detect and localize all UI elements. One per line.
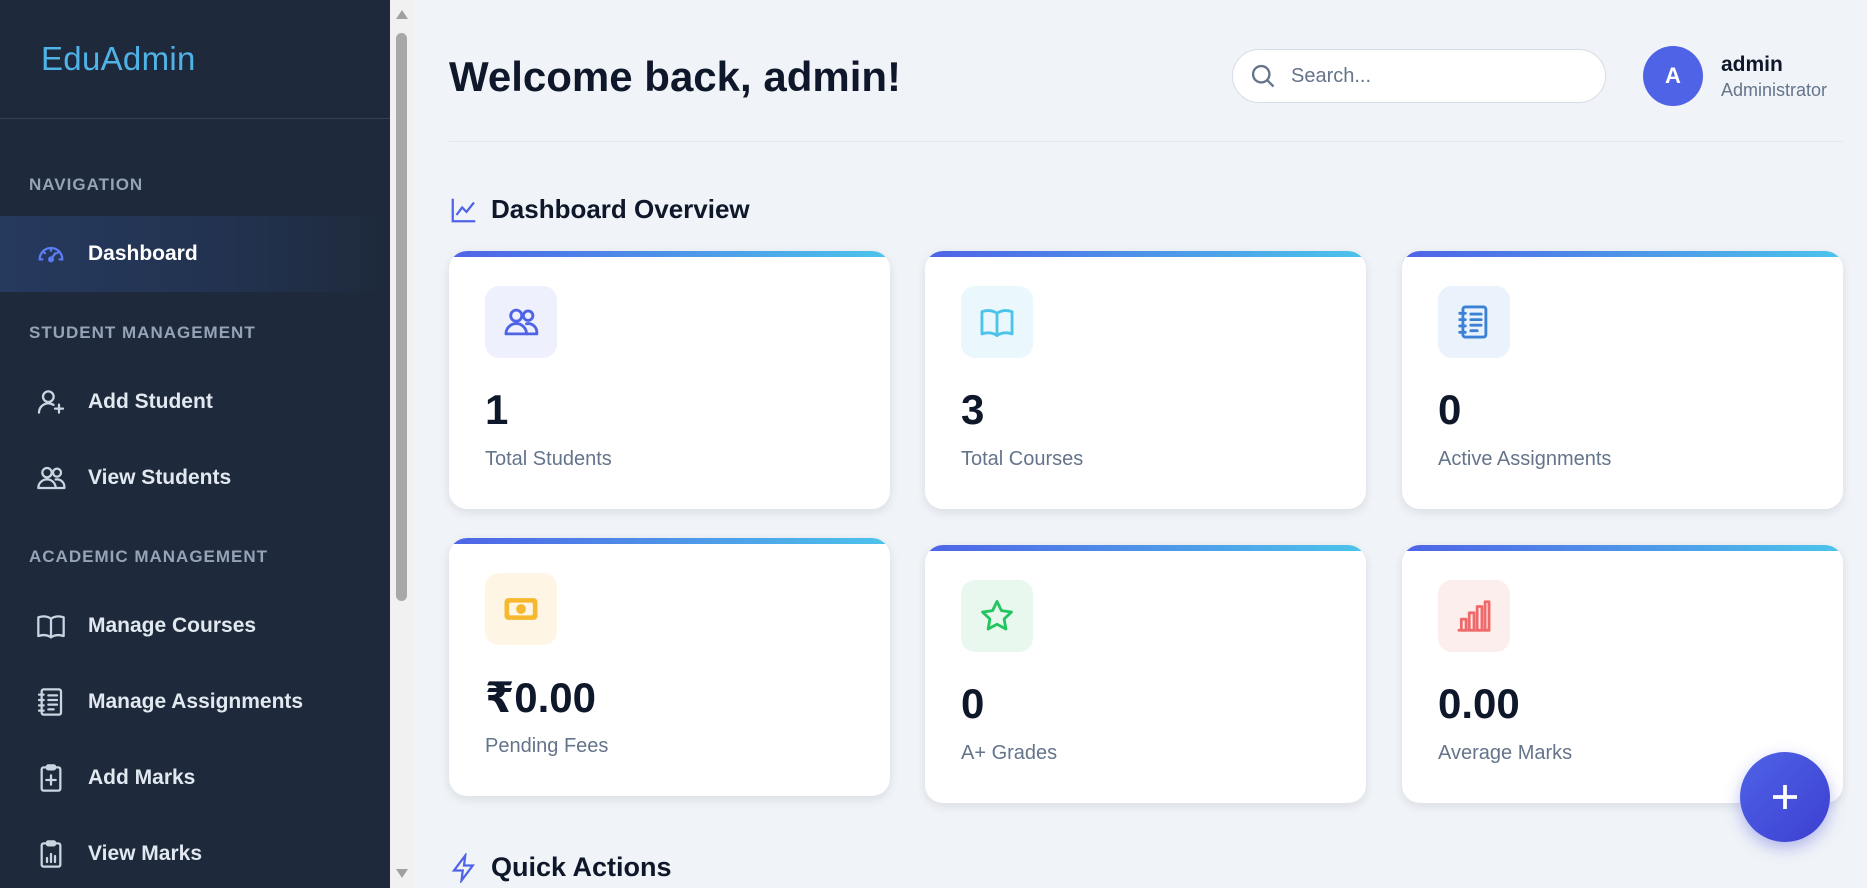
stat-label: Average Marks bbox=[1438, 742, 1573, 764]
plus-icon bbox=[1773, 785, 1797, 809]
stat-value: 0 bbox=[1438, 386, 1462, 433]
notebook-icon bbox=[1438, 286, 1510, 358]
sidebar-item-label: View Marks bbox=[88, 842, 203, 865]
stat-label: Pending Fees bbox=[485, 735, 609, 757]
user-plus-icon bbox=[33, 385, 68, 420]
stat-label: Active Assignments bbox=[1438, 448, 1612, 470]
star-icon bbox=[961, 580, 1033, 652]
line-chart-icon bbox=[451, 198, 476, 222]
stat-label: A+ Grades bbox=[961, 742, 1058, 764]
stat-value: 0 bbox=[961, 680, 985, 727]
scroll-up-arrow-icon[interactable] bbox=[396, 10, 408, 19]
sidebar-item-view-marks[interactable]: View Marks bbox=[0, 816, 390, 888]
sidebar-item-view-students[interactable]: View Students bbox=[0, 440, 390, 516]
section-label-student-management: STUDENT MANAGEMENT bbox=[29, 323, 256, 342]
header-divider bbox=[449, 141, 1843, 142]
section-label-navigation: NAVIGATION bbox=[29, 175, 144, 194]
sidebar-item-label: Add Marks bbox=[88, 766, 196, 789]
sidebar: EduAdmin NAVIGATION Dashboard STUDENT MA… bbox=[0, 0, 390, 888]
users-icon bbox=[33, 461, 68, 496]
sidebar-item-label: Dashboard bbox=[88, 242, 198, 265]
sidebar-item-label: Manage Assignments bbox=[88, 690, 304, 713]
stat-label: Total Students bbox=[485, 448, 612, 470]
stat-value: 0.00 bbox=[1438, 680, 1520, 727]
sidebar-item-add-marks[interactable]: Add Marks bbox=[0, 740, 390, 816]
stat-value: ₹0.00 bbox=[485, 674, 596, 721]
clipboard-chart-icon bbox=[33, 837, 68, 872]
users-icon bbox=[485, 286, 557, 358]
sidebar-item-label: Manage Courses bbox=[88, 614, 257, 637]
sidebar-item-label: View Students bbox=[88, 466, 232, 489]
stat-card-total-students[interactable]: 1 Total Students bbox=[449, 251, 890, 509]
sidebar-item-dashboard[interactable]: Dashboard bbox=[0, 216, 390, 292]
sidebar-item-manage-courses[interactable]: Manage Courses bbox=[0, 588, 390, 664]
brand[interactable]: EduAdmin bbox=[0, 0, 390, 119]
clipboard-plus-icon bbox=[33, 761, 68, 796]
user-role: Administrator bbox=[1721, 80, 1828, 100]
user-name[interactable]: admin bbox=[1721, 53, 1783, 77]
page-title: Welcome back, admin! bbox=[449, 53, 902, 100]
sidebar-item-manage-assignments[interactable]: Manage Assignments bbox=[0, 664, 390, 740]
stat-value: 3 bbox=[961, 386, 985, 433]
speedometer-icon bbox=[33, 237, 68, 272]
brand-name[interactable]: EduAdmin bbox=[41, 40, 196, 78]
page-scrollbar[interactable] bbox=[390, 0, 413, 888]
avatar[interactable]: A bbox=[1643, 46, 1703, 106]
notebook-icon bbox=[33, 685, 68, 720]
book-icon bbox=[33, 609, 68, 644]
stat-card-total-courses[interactable]: 3 Total Courses bbox=[925, 251, 1366, 509]
search-input[interactable] bbox=[1291, 64, 1571, 88]
quick-actions-title-text: Quick Actions bbox=[491, 852, 672, 882]
stat-value: 1 bbox=[485, 386, 509, 433]
cash-icon bbox=[485, 573, 557, 645]
main-content: Welcome back, admin! A admin Administrat… bbox=[449, 0, 1843, 888]
stat-card-active-assignments[interactable]: 0 Active Assignments bbox=[1402, 251, 1843, 509]
scroll-down-arrow-icon[interactable] bbox=[396, 869, 408, 878]
section-title-quick-actions: Quick Actions bbox=[449, 852, 672, 883]
section-title-overview: Dashboard Overview bbox=[449, 194, 750, 225]
stat-label: Total Courses bbox=[961, 448, 1084, 470]
book-icon bbox=[961, 286, 1033, 358]
lightning-icon bbox=[451, 852, 475, 883]
stat-card-pending-fees[interactable]: ₹0.00 Pending Fees bbox=[449, 538, 890, 796]
overview-title-text: Dashboard Overview bbox=[491, 194, 750, 224]
section-label-academic-management: ACADEMIC MANAGEMENT bbox=[29, 547, 269, 566]
sidebar-item-add-student[interactable]: Add Student bbox=[0, 364, 390, 440]
search-box[interactable] bbox=[1232, 49, 1606, 103]
search-icon bbox=[1251, 64, 1275, 88]
scrollbar-thumb[interactable] bbox=[396, 33, 407, 601]
sidebar-item-label: Add Student bbox=[88, 390, 213, 413]
stat-card-a-plus-grades[interactable]: 0 A+ Grades bbox=[925, 545, 1366, 803]
add-fab-button[interactable] bbox=[1740, 752, 1830, 842]
bar-chart-icon bbox=[1438, 580, 1510, 652]
